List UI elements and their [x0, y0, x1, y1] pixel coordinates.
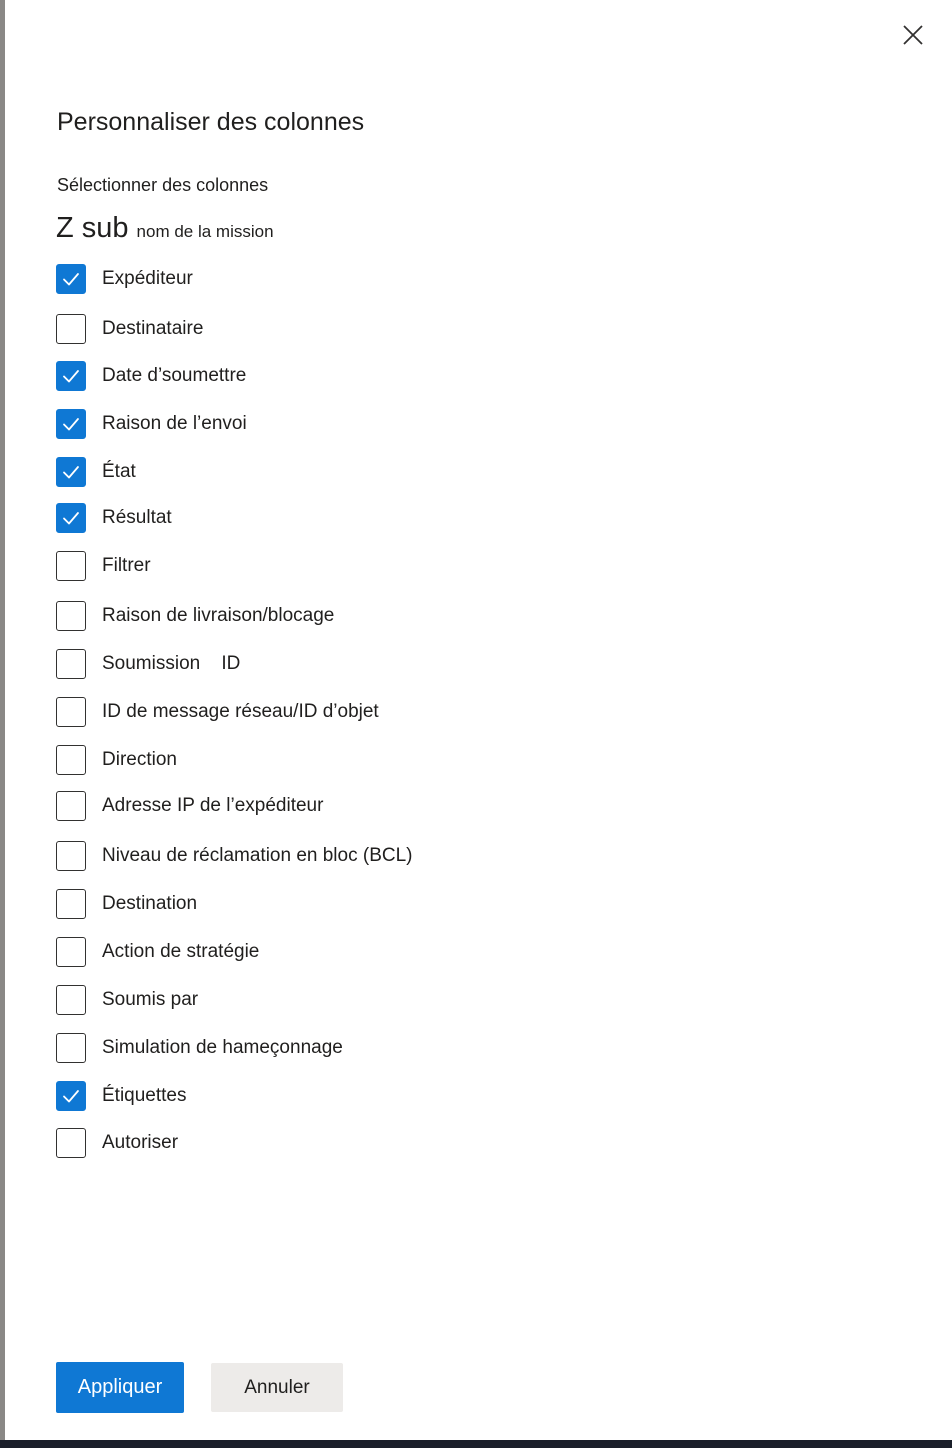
- column-option-label: Destination: [102, 893, 198, 914]
- panel-subtitle: Sélectionner des colonnes: [57, 175, 269, 195]
- column-checkbox[interactable]: [56, 314, 86, 344]
- column-option-row[interactable]: Action de stratégie: [56, 936, 656, 968]
- column-option-label: Destinataire: [102, 318, 204, 339]
- column-option-row[interactable]: Destination: [56, 888, 656, 920]
- column-option-row[interactable]: Direction: [56, 744, 656, 776]
- column-option-label: Filtrer: [102, 555, 151, 576]
- mission-name-label: nom de la mission: [136, 222, 274, 241]
- column-option-row[interactable]: Soumis par: [56, 984, 656, 1016]
- column-checkbox[interactable]: [56, 264, 86, 294]
- column-checkbox[interactable]: [56, 601, 86, 631]
- column-option-label: Date d’soumettre: [102, 365, 247, 386]
- checkmark-icon: [63, 418, 79, 431]
- column-option-label: Direction: [102, 749, 177, 770]
- column-checkbox[interactable]: [56, 889, 86, 919]
- cancel-button[interactable]: Annuler: [211, 1363, 343, 1412]
- close-icon: [903, 25, 923, 45]
- column-option-label: État: [102, 461, 136, 482]
- column-checkbox[interactable]: [56, 503, 86, 533]
- column-option-label: Raison de l’envoi: [102, 413, 247, 434]
- column-option-label: Adresse IP de l’expéditeur: [102, 795, 324, 816]
- column-checkbox[interactable]: [56, 937, 86, 967]
- column-checkbox[interactable]: [56, 1081, 86, 1111]
- checkmark-icon: [63, 512, 79, 525]
- checkmark-icon: [63, 1090, 79, 1103]
- column-option-label: Étiquettes: [102, 1085, 187, 1106]
- column-checkbox[interactable]: [56, 1128, 86, 1158]
- column-option-row[interactable]: Soumission ID: [56, 648, 656, 680]
- mission-name-header: Z sub nom de la mission: [56, 212, 274, 245]
- column-option-label: Expéditeur: [102, 268, 193, 289]
- close-button[interactable]: [896, 18, 930, 52]
- column-option-label: Niveau de réclamation en bloc (BCL): [102, 845, 413, 866]
- column-option-row[interactable]: Expéditeur: [56, 263, 656, 295]
- column-option-row[interactable]: ID de message réseau/ID d’objet: [56, 696, 656, 728]
- column-option-label: Résultat: [102, 507, 172, 528]
- column-option-label: Simulation de hameçonnage: [102, 1037, 343, 1058]
- apply-button[interactable]: Appliquer: [56, 1362, 184, 1413]
- column-option-label: Raison de livraison/blocage: [102, 605, 335, 626]
- column-checkbox[interactable]: [56, 649, 86, 679]
- column-checkbox[interactable]: [56, 409, 86, 439]
- column-option-label: Soumis par: [102, 989, 199, 1010]
- column-checkbox[interactable]: [56, 745, 86, 775]
- background-edge-bottom: [0, 1440, 952, 1448]
- column-checkbox[interactable]: [56, 697, 86, 727]
- column-checkbox[interactable]: [56, 551, 86, 581]
- column-option-row[interactable]: Simulation de hameçonnage: [56, 1032, 656, 1064]
- column-option-row[interactable]: Étiquettes: [56, 1080, 656, 1112]
- column-option-label: Autoriser: [102, 1132, 179, 1153]
- column-option-row[interactable]: Niveau de réclamation en bloc (BCL): [56, 840, 656, 872]
- column-checkbox[interactable]: [56, 457, 86, 487]
- column-checkbox[interactable]: [56, 791, 86, 821]
- column-option-row[interactable]: Filtrer: [56, 550, 656, 582]
- column-checkbox[interactable]: [56, 361, 86, 391]
- checkmark-icon: [63, 273, 79, 286]
- checkmark-icon: [63, 466, 79, 479]
- column-option-row[interactable]: Autoriser: [56, 1127, 656, 1159]
- column-checkbox[interactable]: [56, 841, 86, 871]
- mission-code: Z sub: [56, 212, 129, 244]
- column-option-row[interactable]: Raison de l’envoi: [56, 408, 656, 440]
- column-option-row[interactable]: Date d’soumettre: [56, 360, 656, 392]
- column-option-row[interactable]: Destinataire: [56, 313, 656, 345]
- column-option-row[interactable]: Résultat: [56, 502, 656, 534]
- column-checkbox[interactable]: [56, 1033, 86, 1063]
- column-option-label: Soumission ID: [102, 653, 241, 674]
- panel-title: Personnaliser des colonnes: [57, 108, 365, 136]
- column-option-row[interactable]: Raison de livraison/blocage: [56, 600, 656, 632]
- checkmark-icon: [63, 370, 79, 383]
- column-option-row[interactable]: Adresse IP de l’expéditeur: [56, 790, 656, 822]
- column-checkbox[interactable]: [56, 985, 86, 1015]
- column-option-label: Action de stratégie: [102, 941, 260, 962]
- column-option-label: ID de message réseau/ID d’objet: [102, 701, 379, 722]
- column-option-row[interactable]: État: [56, 456, 656, 488]
